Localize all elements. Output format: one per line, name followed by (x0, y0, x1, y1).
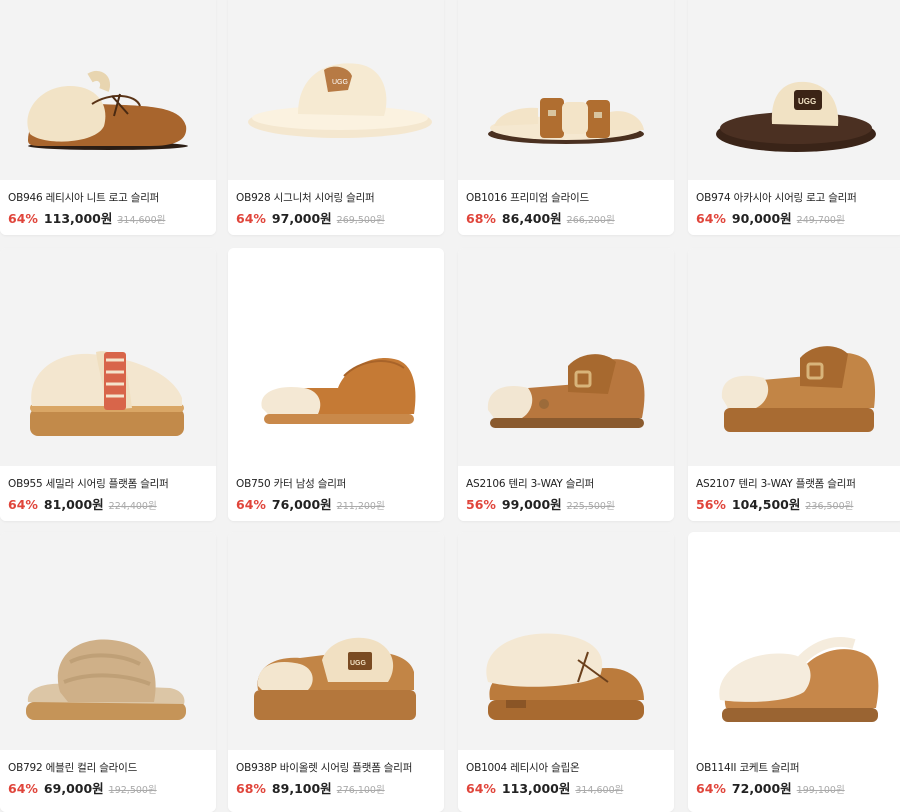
product-grid: OB946 레티시아 니트 로고 슬리퍼 64% 113,000원 314,600원… (0, 0, 900, 812)
sale-price: 76,000원 (271, 497, 332, 512)
slide-buckle-cream-icon (488, 98, 644, 144)
product-image[interactable] (228, 248, 444, 466)
sale-price: 72,000원 (731, 781, 792, 796)
slipon-moccasin-icon (486, 633, 644, 720)
product-name[interactable]: OB750 카터 남성 슬리퍼 (236, 476, 440, 491)
discount-rate: 68% (236, 781, 266, 796)
product-name[interactable]: OB928 시그니처 시어링 슬리퍼 (236, 190, 440, 205)
original-price: 192,500원 (108, 785, 157, 796)
discount-rate: 64% (8, 497, 38, 512)
original-price: 314,600원 (575, 785, 624, 796)
product-image[interactable]: UGG (228, 532, 444, 750)
product-card[interactable]: OB955 세밀라 시어링 플랫폼 슬리퍼 64% 81,000원 224,400원 (0, 248, 216, 521)
product-card[interactable]: AS2106 텐리 3-WAY 슬리퍼 56% 99,000원 225,500원 (458, 248, 674, 521)
product-name[interactable]: OB1004 레티시아 슬립온 (466, 760, 670, 775)
original-price: 224,400원 (108, 501, 157, 512)
product-card[interactable]: OB1016 프리미엄 슬라이드 68% 86,400원 266,200원 (458, 0, 674, 235)
product-name[interactable]: OB974 아카시아 시어링 로고 슬리퍼 (696, 190, 900, 205)
original-price: 236,500원 (805, 501, 854, 512)
discount-rate: 64% (466, 781, 496, 796)
product-image[interactable] (688, 532, 900, 750)
discount-rate: 64% (696, 211, 726, 226)
platform-strap-slipper-icon (30, 351, 184, 436)
sale-price: 81,000원 (43, 497, 104, 512)
product-card[interactable]: OB750 카터 남성 슬리퍼 64% 76,000원 211,200원 (228, 248, 444, 521)
product-card[interactable]: OB946 레티시아 니트 로고 슬리퍼 64% 113,000원 314,600원 (0, 0, 216, 235)
discount-rate: 64% (8, 781, 38, 796)
sale-price: 113,000원 (501, 781, 571, 796)
product-image[interactable] (0, 248, 216, 466)
sale-price: 86,400원 (501, 211, 562, 226)
product-name[interactable]: OB946 레티시아 니트 로고 슬리퍼 (8, 190, 212, 205)
product-name[interactable]: OB792 에블린 컬리 슬라이드 (8, 760, 212, 775)
slide-curly-sand-icon (26, 639, 186, 720)
original-price: 199,100원 (796, 785, 845, 796)
svg-text:UGG: UGG (798, 97, 816, 106)
scuff-slipper-chestnut-icon (261, 358, 416, 424)
discount-rate: 56% (466, 497, 496, 512)
original-price: 211,200원 (336, 501, 385, 512)
platform-clog-buckle-icon (721, 346, 876, 432)
product-name[interactable]: OB114II 코케트 슬리퍼 (696, 760, 900, 775)
discount-rate: 64% (236, 211, 266, 226)
sale-price: 104,500원 (731, 497, 801, 512)
product-card[interactable]: UGG OB974 아카시아 시어링 로고 슬리퍼 64% 90,000원 249,… (688, 0, 900, 235)
clog-buckle-chestnut-icon (487, 354, 645, 428)
product-name[interactable]: AS2107 텐리 3-WAY 플랫폼 슬리퍼 (696, 476, 900, 491)
sale-price: 90,000원 (731, 211, 792, 226)
product-card[interactable]: UGG OB938P 바이올렛 시어링 플랫폼 슬리퍼 68% 89,100원 27… (228, 532, 444, 812)
product-name[interactable]: AS2106 텐리 3-WAY 슬리퍼 (466, 476, 670, 491)
original-price: 269,500원 (336, 215, 385, 226)
product-card[interactable]: AS2107 텐리 3-WAY 플랫폼 슬리퍼 56% 104,500원 236,5… (688, 248, 900, 521)
discount-rate: 64% (696, 781, 726, 796)
product-card[interactable]: UGG OB928 시그니처 시어링 슬리퍼 64% 97,000원 269,500… (228, 0, 444, 235)
product-card[interactable]: OB114II 코케트 슬리퍼 64% 72,000원 199,100원 (688, 532, 900, 812)
platform-slipper-logo-icon: UGG (254, 637, 416, 720)
svg-text:UGG: UGG (332, 79, 348, 86)
discount-rate: 56% (696, 497, 726, 512)
svg-text:UGG: UGG (350, 660, 367, 667)
discount-rate: 64% (8, 211, 38, 226)
product-image[interactable] (458, 248, 674, 466)
slide-dark-shearling-icon: UGG (716, 81, 876, 152)
original-price: 249,700원 (796, 215, 845, 226)
product-image[interactable]: UGG (688, 0, 900, 180)
coquette-slipper-icon (719, 637, 879, 722)
original-price: 276,100원 (336, 785, 385, 796)
sale-price: 69,000원 (43, 781, 104, 796)
product-image[interactable] (0, 0, 216, 180)
discount-rate: 64% (236, 497, 266, 512)
product-image[interactable] (458, 532, 674, 750)
sale-price: 97,000원 (271, 211, 332, 226)
discount-rate: 68% (466, 211, 496, 226)
original-price: 266,200원 (566, 215, 615, 226)
product-image[interactable]: UGG (228, 0, 444, 180)
product-name[interactable]: OB1016 프리미엄 슬라이드 (466, 190, 670, 205)
product-image[interactable] (688, 248, 900, 466)
sale-price: 113,000원 (43, 211, 113, 226)
slipper-loafer-chestnut-icon (27, 70, 188, 150)
sale-price: 99,000원 (501, 497, 562, 512)
original-price: 225,500원 (566, 501, 615, 512)
original-price: 314,600원 (117, 215, 166, 226)
product-image[interactable] (0, 532, 216, 750)
product-name[interactable]: OB955 세밀라 시어링 플랫폼 슬리퍼 (8, 476, 212, 491)
product-image[interactable] (458, 0, 674, 180)
product-card[interactable]: OB1004 레티시아 슬립온 64% 113,000원 314,600원 (458, 532, 674, 812)
slide-fluffy-cream-icon: UGG (248, 63, 432, 138)
product-name[interactable]: OB938P 바이올렛 시어링 플랫폼 슬리퍼 (236, 760, 440, 775)
product-card[interactable]: OB792 에블린 컬리 슬라이드 64% 69,000원 192,500원 (0, 532, 216, 812)
sale-price: 89,100원 (271, 781, 332, 796)
